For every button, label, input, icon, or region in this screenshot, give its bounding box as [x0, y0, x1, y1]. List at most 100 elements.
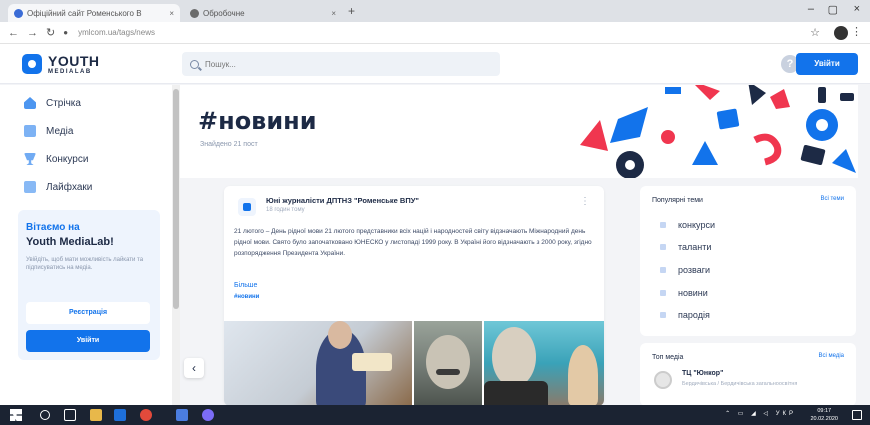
sidebar-item-feed[interactable]: Стрічка — [24, 94, 81, 112]
reload-icon[interactable]: ↻ — [46, 26, 55, 39]
post-photo[interactable] — [224, 321, 412, 406]
author-avatar[interactable] — [238, 198, 256, 216]
triangle-shape — [695, 85, 720, 100]
forward-icon[interactable]: → — [27, 27, 38, 39]
post-tag-link[interactable]: #новини — [234, 294, 259, 300]
post-time: 18 годин тому — [266, 207, 305, 213]
person-head — [328, 321, 352, 349]
language-indicator[interactable]: УКР — [776, 411, 796, 417]
bar-shape — [840, 93, 854, 101]
quad-shape — [610, 107, 648, 143]
square-shape — [800, 145, 826, 165]
post-card[interactable]: Юні журналісти ДПТНЗ "Роменське ВПУ" 18 … — [224, 186, 604, 406]
bullet-icon — [660, 244, 666, 250]
post-author[interactable]: Юні журналісти ДПТНЗ "Роменське ВПУ" — [266, 196, 419, 205]
back-icon[interactable]: ← — [8, 27, 19, 39]
register-button[interactable]: Реєстрація — [26, 302, 150, 324]
search-input[interactable] — [205, 59, 485, 69]
sidebar-item-media[interactable]: Медіа — [24, 122, 73, 140]
page-title: #новини — [198, 107, 317, 135]
panel-title: Топ медіа — [652, 354, 684, 361]
bullet-icon — [660, 290, 666, 296]
logo-title[interactable]: YOUTH — [48, 53, 100, 69]
all-media-link[interactable]: Всі медіа — [818, 353, 844, 359]
all-topics-link[interactable]: Всі теми — [821, 196, 845, 202]
site-favicon-icon — [14, 8, 23, 18]
sidebar-item-label: Стрічка — [46, 97, 81, 109]
tab-close-icon[interactable]: × — [169, 9, 174, 18]
scrollbar-thumb[interactable] — [173, 89, 179, 309]
browser-tab-bar: Офіційний сайт Роменського В × Обробочне… — [0, 0, 870, 22]
swirl-shape — [753, 133, 782, 166]
lifehack-icon — [24, 181, 36, 193]
previous-arrow-button[interactable]: ‹ — [184, 358, 204, 378]
minimize-button[interactable]: – — [808, 3, 814, 15]
clock-time: 09:17 — [817, 408, 832, 414]
taskbar-clock[interactable]: 09:17 20.02.2020 — [810, 407, 838, 423]
decorative-shapes — [580, 85, 856, 178]
welcome-text: Увійдіть, щоб мати можливість лайкати та… — [26, 257, 144, 271]
maximize-button[interactable]: ▢ — [828, 3, 838, 16]
media-icon — [24, 125, 36, 137]
tab-title: Офіційний сайт Роменського В — [27, 8, 142, 18]
welcome-card: Вітаємо на Youth MediaLab! Увійдіть, щоб… — [18, 210, 160, 360]
browser-tab-2[interactable]: Обробочне × — [184, 4, 342, 22]
topic-item[interactable]: таланти — [660, 240, 711, 254]
tab-title: Обробочне — [203, 8, 245, 18]
file-explorer-icon[interactable] — [90, 409, 102, 421]
welcome-subtitle: Youth MediaLab! — [26, 236, 114, 248]
media-avatar[interactable] — [654, 371, 672, 389]
browser-menu-icon[interactable]: ⋮ — [851, 25, 862, 38]
bookmark-star-icon[interactable]: ☆ — [810, 26, 820, 39]
profile-avatar[interactable] — [834, 26, 848, 40]
triangle-shape — [692, 141, 718, 165]
windows-start-icon[interactable] — [10, 409, 22, 421]
tab-close-icon[interactable]: × — [331, 9, 336, 18]
bar-shape — [665, 87, 681, 94]
trophy-icon — [24, 153, 36, 165]
topic-item[interactable]: новини — [660, 286, 708, 300]
quad-shape — [770, 89, 790, 109]
post-menu-icon[interactable]: ⋮ — [580, 196, 590, 207]
topic-item[interactable]: конкурси — [660, 218, 715, 232]
viber-icon[interactable] — [202, 409, 214, 421]
welcome-title: Вітаємо на — [26, 222, 80, 233]
logo-icon[interactable] — [22, 54, 42, 74]
bullet-icon — [660, 312, 666, 318]
close-window-button[interactable]: × — [854, 3, 860, 15]
media-name[interactable]: ТЦ "Юнкор" — [682, 370, 723, 377]
bullet-icon — [660, 222, 666, 228]
sidebar-scrollbar[interactable] — [172, 85, 180, 405]
url-field[interactable]: ymlcom.ua/tags/news — [78, 28, 155, 37]
store-icon[interactable] — [114, 409, 126, 421]
panel-title: Популярні теми — [652, 197, 703, 204]
portrait-collar — [484, 381, 548, 406]
post-body: 21 лютого – День рідної мови 21 лютого п… — [234, 228, 592, 257]
chrome-icon[interactable] — [140, 409, 152, 421]
bullet-icon — [660, 267, 666, 273]
site-header: YOUTH MEDIALAB ? Увійти — [0, 44, 870, 84]
new-tab-button[interactable]: + — [348, 4, 355, 18]
system-tray-icons[interactable]: ⌃ ▭ ◢ ◁ УКР — [725, 410, 796, 417]
post-photo[interactable] — [414, 321, 482, 406]
site-favicon-icon — [190, 8, 199, 18]
notifications-icon[interactable] — [852, 410, 862, 420]
read-more-link[interactable]: Більше — [234, 282, 257, 289]
topic-item[interactable]: пародія — [660, 308, 710, 322]
home-icon — [24, 97, 36, 109]
app-icon[interactable] — [176, 409, 188, 421]
sidebar-item-contests[interactable]: Конкурси — [24, 150, 88, 168]
login-button[interactable]: Увійти — [796, 53, 858, 75]
task-view-icon[interactable] — [64, 409, 76, 421]
topic-item[interactable]: розваги — [660, 263, 710, 277]
triangle-shape — [580, 120, 608, 151]
triangle-shape — [748, 85, 766, 105]
browser-tab-1[interactable]: Офіційний сайт Роменського В × — [8, 4, 180, 22]
post-photo[interactable] — [484, 321, 604, 406]
post-count: Знайдено 21 пост — [200, 141, 258, 148]
sidebar-item-label: Лайфхаки — [46, 181, 93, 193]
welcome-login-button[interactable]: Увійти — [26, 330, 150, 352]
sidebar-item-lifehacks[interactable]: Лайфхаки — [24, 178, 92, 196]
search-box[interactable] — [182, 52, 500, 76]
search-icon[interactable] — [40, 410, 50, 420]
